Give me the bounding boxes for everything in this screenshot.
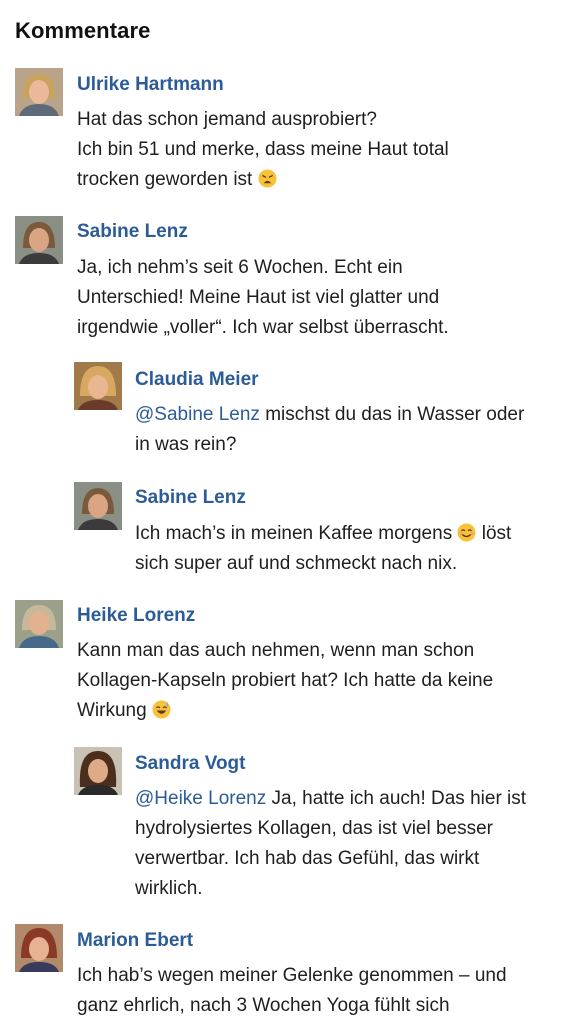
avatar[interactable] xyxy=(15,216,63,264)
avatar[interactable] xyxy=(15,68,63,116)
comment-author-name[interactable]: Sabine Lenz xyxy=(135,487,246,509)
mention-link[interactable]: @Heike Lorenz xyxy=(135,788,266,809)
comment-line: in was rein? xyxy=(135,434,237,455)
comments-heading: Kommentare xyxy=(15,18,151,43)
comment-line: löst xyxy=(476,523,512,544)
comment-text: Ja, ich nehm’s seit 6 Wochen. Echt ein U… xyxy=(77,253,449,343)
smiling-face-emoji-icon xyxy=(457,523,477,542)
avatar[interactable] xyxy=(15,600,63,648)
comment-line: Ja, hatte ich auch! Das hier ist xyxy=(266,788,527,809)
comment-text: @Heike Lorenz Ja, hatte ich auch! Das hi… xyxy=(135,784,526,904)
comment-line: Wirkung xyxy=(77,700,147,721)
comment-line: Ich mach’s in meinen Kaffee morgens xyxy=(135,523,453,544)
comment-text: Ich hab’s wegen meiner Gelenke genommen … xyxy=(77,961,507,1021)
comment-line: Ich hab’s wegen meiner Gelenke genommen … xyxy=(77,965,507,986)
comment-line: verwertbar. Ich hab das Gefühl, das wirk… xyxy=(135,848,480,869)
comment-line: sich super auf und schmeckt nach nix. xyxy=(135,553,458,574)
comment-text: Ich mach’s in meinen Kaffee morgens löst… xyxy=(135,519,511,579)
mention-link[interactable]: @Sabine Lenz xyxy=(135,404,260,425)
comment-line: wirklich. xyxy=(135,878,203,899)
comment-line: Unterschied! Meine Haut ist viel glatter… xyxy=(77,287,440,308)
comment-line: ganz ehrlich, nach 3 Wochen Yoga fühlt s… xyxy=(77,995,450,1016)
comment-line: trocken geworden ist xyxy=(77,169,253,190)
avatar[interactable] xyxy=(15,924,63,972)
avatar[interactable] xyxy=(74,482,122,530)
comment-text: @Sabine Lenz mischst du das in Wasser od… xyxy=(135,400,524,460)
grinning-sweat-emoji-icon xyxy=(152,700,171,719)
comment-line: mischst du das in Wasser oder xyxy=(259,404,525,425)
comment-line: Hat das schon jemand ausprobiert? xyxy=(77,109,377,130)
comment-line: Ich bin 51 und merke, dass meine Haut to… xyxy=(77,139,449,160)
comment-author-name[interactable]: Marion Ebert xyxy=(77,930,193,952)
comment-line: Kollagen-Kapseln probiert hat? Ich hatte… xyxy=(77,670,494,691)
comment-author-name[interactable]: Sabine Lenz xyxy=(77,221,188,243)
comment-author-name[interactable]: Claudia Meier xyxy=(135,369,259,391)
comment-line: Ja, ich nehm’s seit 6 Wochen. Echt ein xyxy=(77,257,403,278)
avatar[interactable] xyxy=(74,747,122,795)
comment-line: Kann man das auch nehmen, wenn man schon xyxy=(77,640,475,661)
comment-line: hydrolysiertes Kollagen, das ist viel be… xyxy=(135,818,494,839)
avatar[interactable] xyxy=(74,362,122,410)
comment-author-name[interactable]: Ulrike Hartmann xyxy=(77,74,224,96)
weary-face-emoji-icon xyxy=(258,169,277,188)
comment-author-name[interactable]: Heike Lorenz xyxy=(77,605,195,627)
comment-author-name[interactable]: Sandra Vogt xyxy=(135,753,246,775)
comment-line: irgendwie „voller“. Ich war selbst überr… xyxy=(77,317,449,338)
comment-text: Hat das schon jemand ausprobiert? Ich bi… xyxy=(77,105,449,195)
comment-text: Kann man das auch nehmen, wenn man schon… xyxy=(77,636,493,726)
